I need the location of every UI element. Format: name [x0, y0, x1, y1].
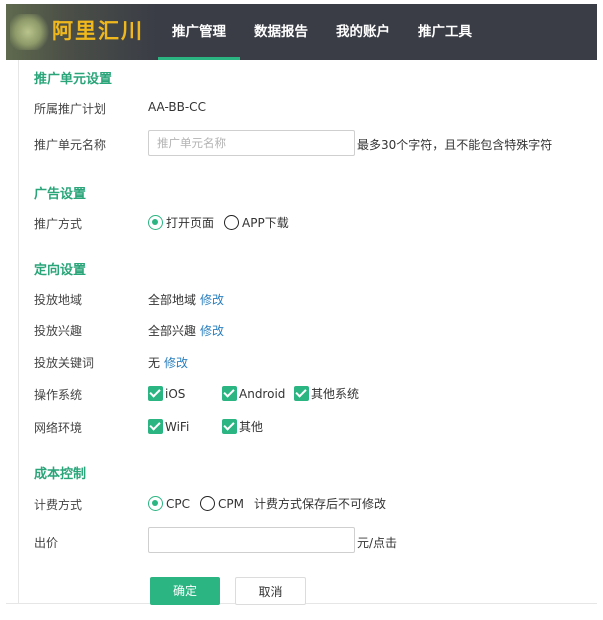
- billing-radio-group: CPC CPM 计费方式保存后不可修改: [148, 495, 386, 512]
- checkbox-checked-icon: [294, 386, 309, 401]
- main-nav: 推广管理 数据报告 我的账户 推广工具: [158, 4, 486, 60]
- radio-cpc-label: CPC: [166, 496, 190, 511]
- logo-mark-icon: [10, 14, 50, 50]
- radio-app-download-label: APP下载: [242, 216, 289, 230]
- section-title-targeting: 定向设置: [34, 263, 87, 278]
- checkbox-checked-icon: [222, 419, 237, 434]
- logo-area: 阿里汇川: [6, 4, 156, 60]
- nav-tab-data-report[interactable]: 数据报告: [240, 4, 322, 60]
- interest-label: 投放兴趣: [34, 324, 83, 338]
- nav-tab-promotion-tools[interactable]: 推广工具: [404, 4, 486, 60]
- plan-label: 所属推广计划: [34, 102, 107, 116]
- interest-value-row: 全部兴趣 修改: [148, 322, 224, 339]
- billing-label: 计费方式: [34, 498, 83, 512]
- page-frame: [6, 4, 597, 604]
- radio-cpm[interactable]: CPM: [200, 496, 244, 511]
- checkbox-android[interactable]: Android: [222, 386, 294, 401]
- section-title-cost-control: 成本控制: [34, 467, 87, 482]
- section-title-ad-settings: 广告设置: [34, 187, 87, 202]
- checkbox-checked-icon: [148, 419, 163, 434]
- checkbox-ios[interactable]: iOS: [148, 386, 222, 401]
- checkbox-other-network-label: 其他: [239, 420, 264, 434]
- os-label: 操作系统: [34, 388, 83, 402]
- content-left-border: [18, 60, 19, 604]
- logo-text: 阿里汇川: [52, 19, 144, 43]
- keyword-edit-link[interactable]: 修改: [164, 356, 188, 370]
- radio-cpc[interactable]: CPC: [148, 496, 190, 511]
- region-value-row: 全部地域 修改: [148, 291, 224, 308]
- checkbox-wifi-label: WiFi: [165, 419, 190, 434]
- keyword-label: 投放关键词: [34, 356, 95, 370]
- unit-name-hint: 最多30个字符，且不能包含特殊字符: [357, 138, 553, 152]
- keyword-value-row: 无修改: [148, 354, 188, 371]
- region-label: 投放地域: [34, 293, 83, 307]
- radio-unchecked-icon: [224, 215, 240, 230]
- radio-app-download[interactable]: APP下载: [224, 214, 289, 231]
- cancel-button[interactable]: 取消: [235, 577, 306, 605]
- region-value: 全部地域: [148, 293, 197, 307]
- section-title-unit-settings: 推广单元设置: [34, 72, 113, 87]
- checkbox-android-label: Android: [239, 386, 286, 401]
- promotion-method-radio-group: 打开页面 APP下载: [148, 214, 299, 231]
- radio-open-page-label: 打开页面: [166, 216, 215, 230]
- region-edit-link[interactable]: 修改: [200, 293, 224, 307]
- radio-unchecked-icon: [200, 496, 215, 511]
- checkbox-ios-label: iOS: [165, 386, 186, 401]
- radio-checked-icon: [148, 496, 163, 511]
- nav-tab-promotion-management[interactable]: 推广管理: [158, 4, 240, 60]
- unit-name-input[interactable]: [148, 130, 355, 156]
- os-checkbox-group: iOS Android 其他系统: [148, 385, 359, 402]
- interest-edit-link[interactable]: 修改: [200, 324, 224, 338]
- network-checkbox-group: WiFi 其他: [148, 418, 263, 435]
- interest-value: 全部兴趣: [148, 324, 197, 338]
- checkbox-checked-icon: [148, 386, 163, 401]
- bid-input[interactable]: [148, 527, 355, 553]
- bid-unit: 元/点击: [357, 536, 398, 550]
- radio-open-page[interactable]: 打开页面: [148, 214, 214, 231]
- confirm-button[interactable]: 确定: [150, 577, 220, 605]
- radio-checked-icon: [148, 215, 163, 230]
- checkbox-other-network[interactable]: 其他: [222, 418, 263, 435]
- checkbox-other-os[interactable]: 其他系统: [294, 385, 359, 402]
- checkbox-other-os-label: 其他系统: [311, 387, 360, 401]
- promotion-method-label: 推广方式: [34, 217, 83, 231]
- unit-name-label: 推广单元名称: [34, 138, 107, 152]
- bid-label: 出价: [34, 536, 59, 550]
- top-navigation-bar: 阿里汇川 推广管理 数据报告 我的账户 推广工具: [6, 4, 597, 60]
- radio-cpm-label: CPM: [218, 496, 244, 511]
- nav-tab-my-account[interactable]: 我的账户: [322, 4, 404, 60]
- keyword-value: 无: [148, 356, 161, 370]
- checkbox-checked-icon: [222, 386, 237, 401]
- checkbox-wifi[interactable]: WiFi: [148, 419, 222, 434]
- network-label: 网络环境: [34, 421, 83, 435]
- plan-value: AA-BB-CC: [148, 100, 206, 114]
- billing-warning-text: 计费方式保存后不可修改: [253, 497, 386, 511]
